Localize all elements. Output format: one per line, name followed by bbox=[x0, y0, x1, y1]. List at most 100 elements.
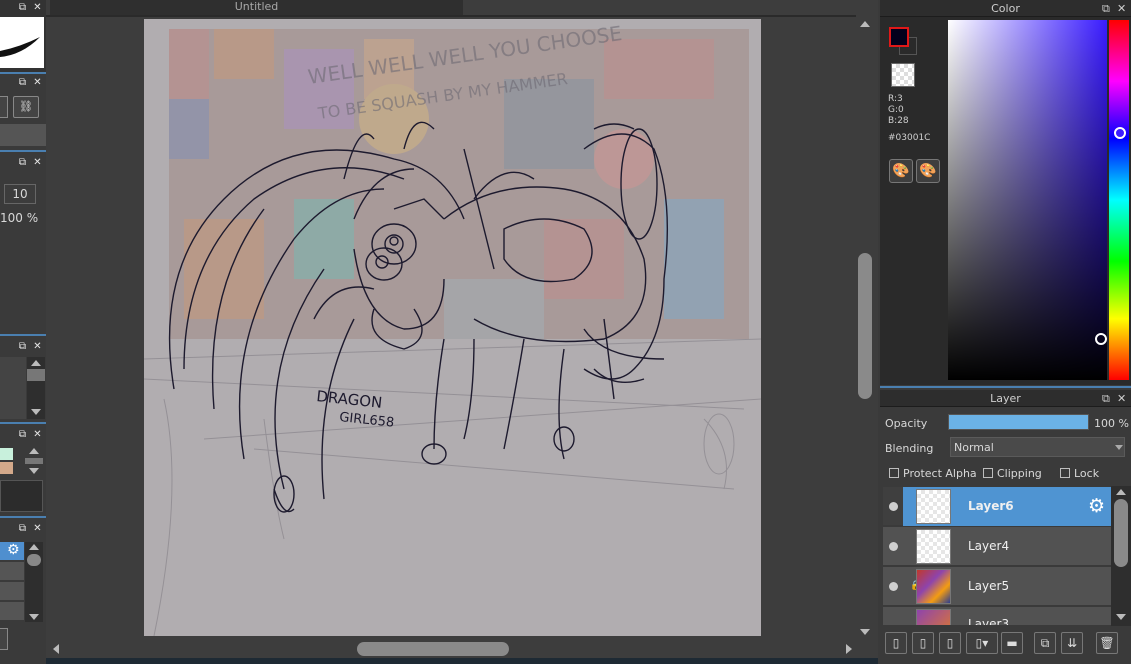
close-icon[interactable]: ✕ bbox=[32, 429, 43, 440]
brush-option-bar[interactable] bbox=[0, 124, 46, 146]
color-panel-title-text: Color bbox=[991, 2, 1020, 15]
close-icon[interactable]: ✕ bbox=[32, 523, 43, 534]
brush-preset-item[interactable] bbox=[0, 562, 24, 580]
brush-list-area[interactable] bbox=[0, 357, 26, 419]
chevron-down-icon bbox=[1115, 445, 1123, 450]
brush-preset-item[interactable] bbox=[0, 582, 24, 600]
brush-list-scrollbar[interactable] bbox=[27, 357, 45, 419]
visibility-eye-icon[interactable] bbox=[889, 502, 898, 511]
new-folder-icon[interactable]: ▬ bbox=[1001, 632, 1023, 654]
palette-icon[interactable]: 🎨 bbox=[889, 159, 913, 183]
gear-icon[interactable]: ⚙ bbox=[7, 542, 20, 558]
brush-add-button[interactable] bbox=[0, 628, 8, 650]
rgb-b-label: B:28 bbox=[888, 116, 909, 126]
close-icon[interactable]: ✕ bbox=[1117, 390, 1126, 407]
layer-thumbnail bbox=[916, 529, 951, 564]
brush-stroke-preview bbox=[0, 17, 44, 68]
delete-layer-icon[interactable]: 🗑 bbox=[1096, 632, 1118, 654]
layer-scroll-thumb[interactable] bbox=[1114, 499, 1128, 567]
popout-icon[interactable]: ⧉ bbox=[1102, 0, 1110, 17]
protect-alpha-label: Protect Alpha bbox=[903, 467, 977, 480]
new-layer-8bit-icon[interactable]: ▯ bbox=[912, 632, 934, 654]
canvas-vertical-scrollbar[interactable] bbox=[856, 15, 874, 640]
layer-row-layer6[interactable]: Layer6 ⚙ bbox=[883, 487, 1111, 526]
hue-slider-handle[interactable] bbox=[1114, 127, 1126, 139]
popout-icon[interactable]: ⧉ bbox=[17, 157, 28, 168]
layer-opacity-slider[interactable] bbox=[948, 414, 1089, 430]
layer-panel-title-text: Layer bbox=[990, 392, 1021, 405]
protect-alpha-checkbox[interactable]: Protect Alpha bbox=[889, 467, 977, 480]
layer-opacity-value: 100 % bbox=[1094, 417, 1129, 430]
popout-icon[interactable]: ⧉ bbox=[17, 429, 28, 440]
transparent-color-swatch[interactable] bbox=[891, 63, 915, 87]
canvas-horizontal-scrollbar[interactable] bbox=[50, 640, 856, 658]
color-panel-title: Color ⧉ ✕ bbox=[880, 0, 1131, 17]
canvas-horizontal-thumb[interactable] bbox=[357, 642, 509, 656]
sv-picker-handle[interactable] bbox=[1095, 333, 1107, 345]
lock-toggle-button[interactable]: ⛓ bbox=[13, 96, 39, 118]
close-icon[interactable]: ✕ bbox=[1117, 0, 1126, 17]
close-icon[interactable]: ✕ bbox=[32, 77, 43, 88]
blending-mode-value: Normal bbox=[954, 441, 994, 454]
gear-icon[interactable]: ⚙ bbox=[1088, 495, 1105, 517]
brush-options-panel: ⧉ ✕ ⛓ bbox=[0, 74, 46, 150]
layer-thumbnail bbox=[916, 609, 951, 625]
layer-name: Layer5 bbox=[968, 579, 1010, 593]
popout-icon[interactable]: ⧉ bbox=[17, 523, 28, 534]
document-tab[interactable]: Untitled bbox=[50, 0, 463, 15]
popout-icon[interactable]: ⧉ bbox=[1102, 390, 1110, 407]
merge-down-icon[interactable]: ⇊ bbox=[1061, 632, 1083, 654]
brush-preset-selected[interactable]: ⚙ bbox=[0, 542, 24, 560]
palette-scroll[interactable] bbox=[25, 448, 43, 474]
close-icon[interactable]: ✕ bbox=[32, 157, 43, 168]
lock-label: Lock bbox=[1074, 467, 1100, 480]
visibility-eye-icon[interactable] bbox=[889, 542, 898, 551]
layer-list-scrollbar[interactable] bbox=[1111, 486, 1131, 626]
brush-presets-panel: ⧉ ✕ ⚙ bbox=[0, 518, 46, 664]
popout-icon[interactable]: ⧉ bbox=[17, 2, 28, 13]
brush-size-field[interactable]: 10 bbox=[4, 184, 36, 204]
palette-swatch-tan[interactable] bbox=[0, 462, 13, 474]
duplicate-layer-icon[interactable]: ⧉ bbox=[1034, 632, 1056, 654]
opacity-label: Opacity bbox=[885, 417, 928, 430]
palette-settings-icon[interactable]: 🎨 bbox=[916, 159, 940, 183]
rgb-g-label: G:0 bbox=[888, 105, 904, 115]
color-panel: R:3 G:0 B:28 #03001C 🎨 🎨 bbox=[880, 17, 1131, 385]
close-icon[interactable]: ✕ bbox=[32, 341, 43, 352]
saturation-value-picker[interactable] bbox=[948, 20, 1107, 380]
new-layer-1bit-icon[interactable]: ▯ bbox=[939, 632, 961, 654]
brush-preset-item[interactable] bbox=[0, 602, 24, 620]
canvas-artwork: WELL WELL WELL YOU CHOOSE TO BE SQUASH B… bbox=[144, 21, 761, 636]
new-layer-icon[interactable]: ▯ bbox=[885, 632, 907, 654]
hue-slider[interactable] bbox=[1109, 20, 1129, 380]
clipping-checkbox[interactable]: Clipping bbox=[983, 467, 1042, 480]
layer-panel-title: Layer ⧉ ✕ bbox=[880, 390, 1131, 407]
blending-label: Blending bbox=[885, 442, 934, 455]
drawing-canvas[interactable]: WELL WELL WELL YOU CHOOSE TO BE SQUASH B… bbox=[144, 19, 761, 636]
palette-area[interactable] bbox=[0, 480, 43, 512]
new-halftone-layer-icon[interactable]: ▯▾ bbox=[966, 632, 998, 654]
brush-preset-scrollbar[interactable] bbox=[25, 542, 43, 622]
popout-icon[interactable]: ⧉ bbox=[17, 341, 28, 352]
document-tab-title: Untitled bbox=[234, 0, 279, 13]
palette-swatch-mint[interactable] bbox=[0, 448, 13, 460]
popout-icon[interactable]: ⧉ bbox=[17, 77, 28, 88]
layer-row-layer5[interactable]: 🔒 Layer5 bbox=[883, 567, 1111, 606]
canvas-vertical-thumb[interactable] bbox=[858, 253, 872, 399]
layer-row-layer3[interactable]: Layer3 bbox=[883, 607, 1111, 626]
close-icon[interactable]: ✕ bbox=[32, 2, 43, 13]
lock-checkbox[interactable]: Lock bbox=[1060, 467, 1099, 480]
layer-row-layer4[interactable]: Layer4 bbox=[883, 527, 1111, 566]
layer-name: Layer4 bbox=[968, 539, 1010, 553]
brush-option-button[interactable] bbox=[0, 96, 8, 118]
palette-panel: ⧉ ✕ bbox=[0, 424, 46, 516]
layer-name: Layer3 bbox=[968, 617, 1010, 626]
foreground-color-swatch[interactable] bbox=[889, 27, 909, 47]
visibility-eye-icon[interactable] bbox=[889, 582, 898, 591]
brush-opacity-value[interactable]: 100 % bbox=[0, 211, 38, 225]
blending-mode-dropdown[interactable]: Normal bbox=[950, 437, 1125, 457]
layer-thumbnail bbox=[916, 489, 951, 524]
layer-opacity-fill bbox=[949, 415, 1088, 429]
clipping-label: Clipping bbox=[997, 467, 1042, 480]
brush-list-panel: ⧉ ✕ bbox=[0, 336, 46, 422]
